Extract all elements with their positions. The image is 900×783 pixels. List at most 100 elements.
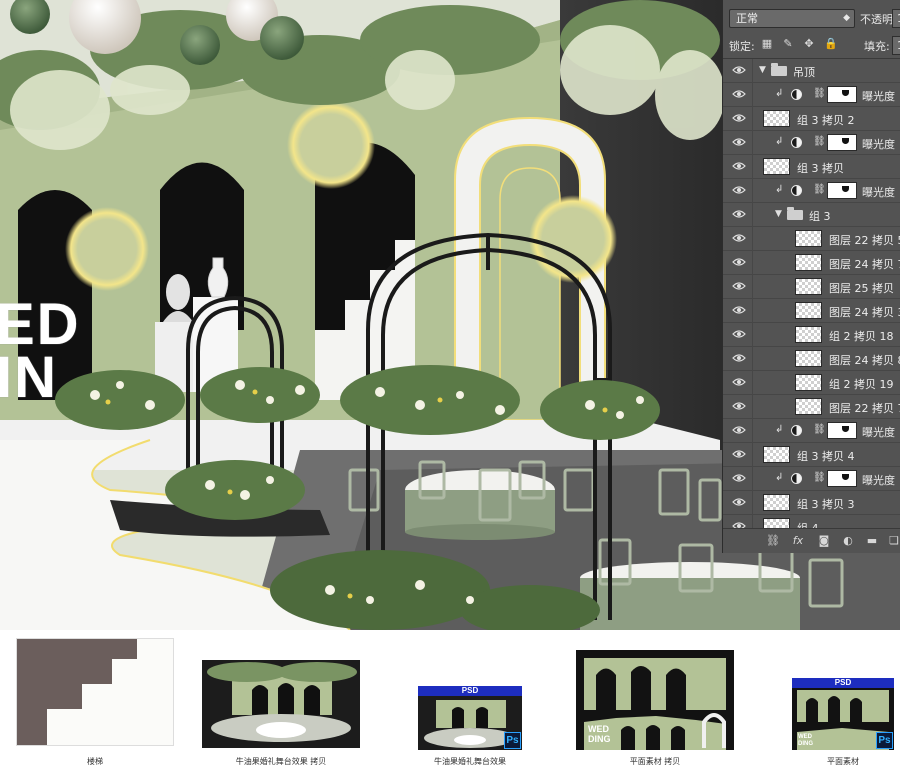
fill-input[interactable]: 1 <box>892 36 900 55</box>
layer-thumbnail[interactable] <box>795 398 822 415</box>
file-thumb <box>202 660 360 748</box>
adjustment-icon[interactable]: ◐ <box>841 534 855 548</box>
lock-position-icon[interactable]: ✥ <box>803 38 815 50</box>
lock-paint-icon[interactable]: ✎ <box>782 38 794 50</box>
layer-thumbnail[interactable] <box>763 158 790 175</box>
layer-mask-thumbnail[interactable] <box>827 470 857 487</box>
visibility-toggle[interactable] <box>723 83 753 107</box>
folder-icon <box>771 63 787 76</box>
exposure-adjustment-icon <box>791 425 802 436</box>
visibility-toggle[interactable] <box>723 467 753 491</box>
mask-icon[interactable]: ◙ <box>817 534 831 548</box>
chain-link-icon[interactable]: ⛓ <box>813 184 826 195</box>
visibility-toggle[interactable] <box>723 347 753 371</box>
psd-badge: PSD <box>418 686 522 696</box>
layer-row[interactable]: 组 3 拷贝 <box>723 155 900 179</box>
visibility-toggle[interactable] <box>723 203 753 227</box>
layer-thumbnail[interactable] <box>763 494 790 511</box>
chain-link-icon[interactable]: ⛓ <box>813 424 826 435</box>
file-thumb: PSD Ps <box>418 686 522 750</box>
layer-thumbnail[interactable] <box>795 254 822 271</box>
visibility-toggle[interactable] <box>723 371 753 395</box>
layer-thumbnail[interactable] <box>795 350 822 367</box>
layer-name: 组 3 拷贝 4 <box>797 450 855 463</box>
layer-row[interactable]: 组 3 拷贝 3 <box>723 491 900 515</box>
blend-mode-select[interactable]: 正常 ◆ <box>729 9 855 28</box>
exposure-adjustment-icon <box>791 89 802 100</box>
layer-row[interactable]: ▼ 吊顶 <box>723 59 900 83</box>
chain-link-icon[interactable]: ⛓ <box>813 472 826 483</box>
lock-all-icon[interactable]: 🔒 <box>824 38 838 50</box>
layer-mask-thumbnail[interactable] <box>827 422 857 439</box>
eye-icon <box>732 113 746 123</box>
file-thumb: WED DING PSD Ps <box>792 678 894 750</box>
layer-row[interactable]: 组 3 拷贝 4 <box>723 443 900 467</box>
layer-thumbnail[interactable] <box>763 518 790 528</box>
svg-text:DING: DING <box>798 741 813 747</box>
visibility-toggle[interactable] <box>723 515 753 528</box>
layer-row[interactable]: 图层 24 拷贝 3 <box>723 299 900 323</box>
expand-triangle-icon[interactable]: ▼ <box>775 209 782 219</box>
visibility-toggle[interactable] <box>723 107 753 131</box>
file-browser-strip: 楼梯 牛油果婚礼舞台效果 拷贝 PSD Ps 牛油果婚礼舞台效果 WED DIN… <box>0 630 900 783</box>
layer-row[interactable]: 组 4 <box>723 515 900 528</box>
layer-row[interactable]: 组 3 拷贝 2 <box>723 107 900 131</box>
visibility-toggle[interactable] <box>723 323 753 347</box>
opacity-input[interactable]: 1 <box>892 9 900 28</box>
layer-mask-thumbnail[interactable] <box>827 182 857 199</box>
visibility-toggle[interactable] <box>723 227 753 251</box>
layer-thumbnail[interactable] <box>795 302 822 319</box>
layer-thumbnail[interactable] <box>795 230 822 247</box>
layer-row[interactable]: 组 2 拷贝 19 <box>723 371 900 395</box>
chain-link-icon[interactable]: ⛓ <box>813 136 826 147</box>
layer-thumbnail[interactable] <box>795 374 822 391</box>
layer-row[interactable]: 图层 24 拷贝 7 <box>723 251 900 275</box>
visibility-toggle[interactable] <box>723 275 753 299</box>
layer-row[interactable]: ▼ 组 3 <box>723 203 900 227</box>
layer-name: 图层 22 拷贝 5 <box>829 234 900 247</box>
expand-triangle-icon[interactable]: ▼ <box>759 65 766 75</box>
link-icon[interactable]: ⛓ <box>766 534 780 548</box>
layer-row[interactable]: 组 2 拷贝 18 <box>723 323 900 347</box>
visibility-toggle[interactable] <box>723 395 753 419</box>
chevron-down-icon: ◆ <box>843 13 850 23</box>
new-layer-icon[interactable]: ❏ <box>887 534 900 548</box>
visibility-toggle[interactable] <box>723 131 753 155</box>
layer-row[interactable]: ↲ ⛓ 曝光度 <box>723 131 900 155</box>
visibility-toggle[interactable] <box>723 59 753 83</box>
visibility-toggle[interactable] <box>723 491 753 515</box>
visibility-toggle[interactable] <box>723 443 753 467</box>
layer-name: 图层 25 拷贝 <box>829 282 894 295</box>
visibility-toggle[interactable] <box>723 299 753 323</box>
layer-mask-thumbnail[interactable] <box>827 86 857 103</box>
layer-row[interactable]: ↲ ⛓ 曝光度 <box>723 179 900 203</box>
layer-name: 组 3 拷贝 2 <box>797 114 855 127</box>
lock-transparent-icon[interactable]: ▦ <box>761 38 773 50</box>
layer-row[interactable]: ↲ ⛓ 曝光度 <box>723 419 900 443</box>
layer-thumbnail[interactable] <box>763 446 790 463</box>
layers-footer: ⛓ fx ◙ ◐ ▬ ❏ <box>723 528 900 553</box>
layer-row[interactable]: ↲ ⛓ 曝光度 <box>723 83 900 107</box>
folder-icon[interactable]: ▬ <box>865 534 879 548</box>
visibility-toggle[interactable] <box>723 251 753 275</box>
visibility-toggle[interactable] <box>723 179 753 203</box>
layer-thumbnail[interactable] <box>763 110 790 127</box>
layer-name: 图层 24 拷贝 8 <box>829 354 900 367</box>
layer-mask-thumbnail[interactable] <box>827 134 857 151</box>
layer-row[interactable]: 图层 24 拷贝 8 <box>723 347 900 371</box>
chain-link-icon[interactable]: ⛓ <box>813 88 826 99</box>
fx-icon[interactable]: fx <box>791 534 805 548</box>
eye-icon <box>732 449 746 459</box>
layer-row[interactable]: 图层 25 拷贝 <box>723 275 900 299</box>
layer-name: 曝光度 <box>862 186 895 199</box>
layer-thumbnail[interactable] <box>795 326 822 343</box>
layer-name: 图层 24 拷贝 7 <box>829 258 900 271</box>
layer-row[interactable]: 图层 22 拷贝 7 <box>723 395 900 419</box>
layer-thumbnail[interactable] <box>795 278 822 295</box>
visibility-toggle[interactable] <box>723 155 753 179</box>
eye-icon <box>732 257 746 267</box>
clip-arrow-icon: ↲ <box>775 184 784 195</box>
layer-row[interactable]: 图层 22 拷贝 5 <box>723 227 900 251</box>
visibility-toggle[interactable] <box>723 419 753 443</box>
layer-row[interactable]: ↲ ⛓ 曝光度 <box>723 467 900 491</box>
